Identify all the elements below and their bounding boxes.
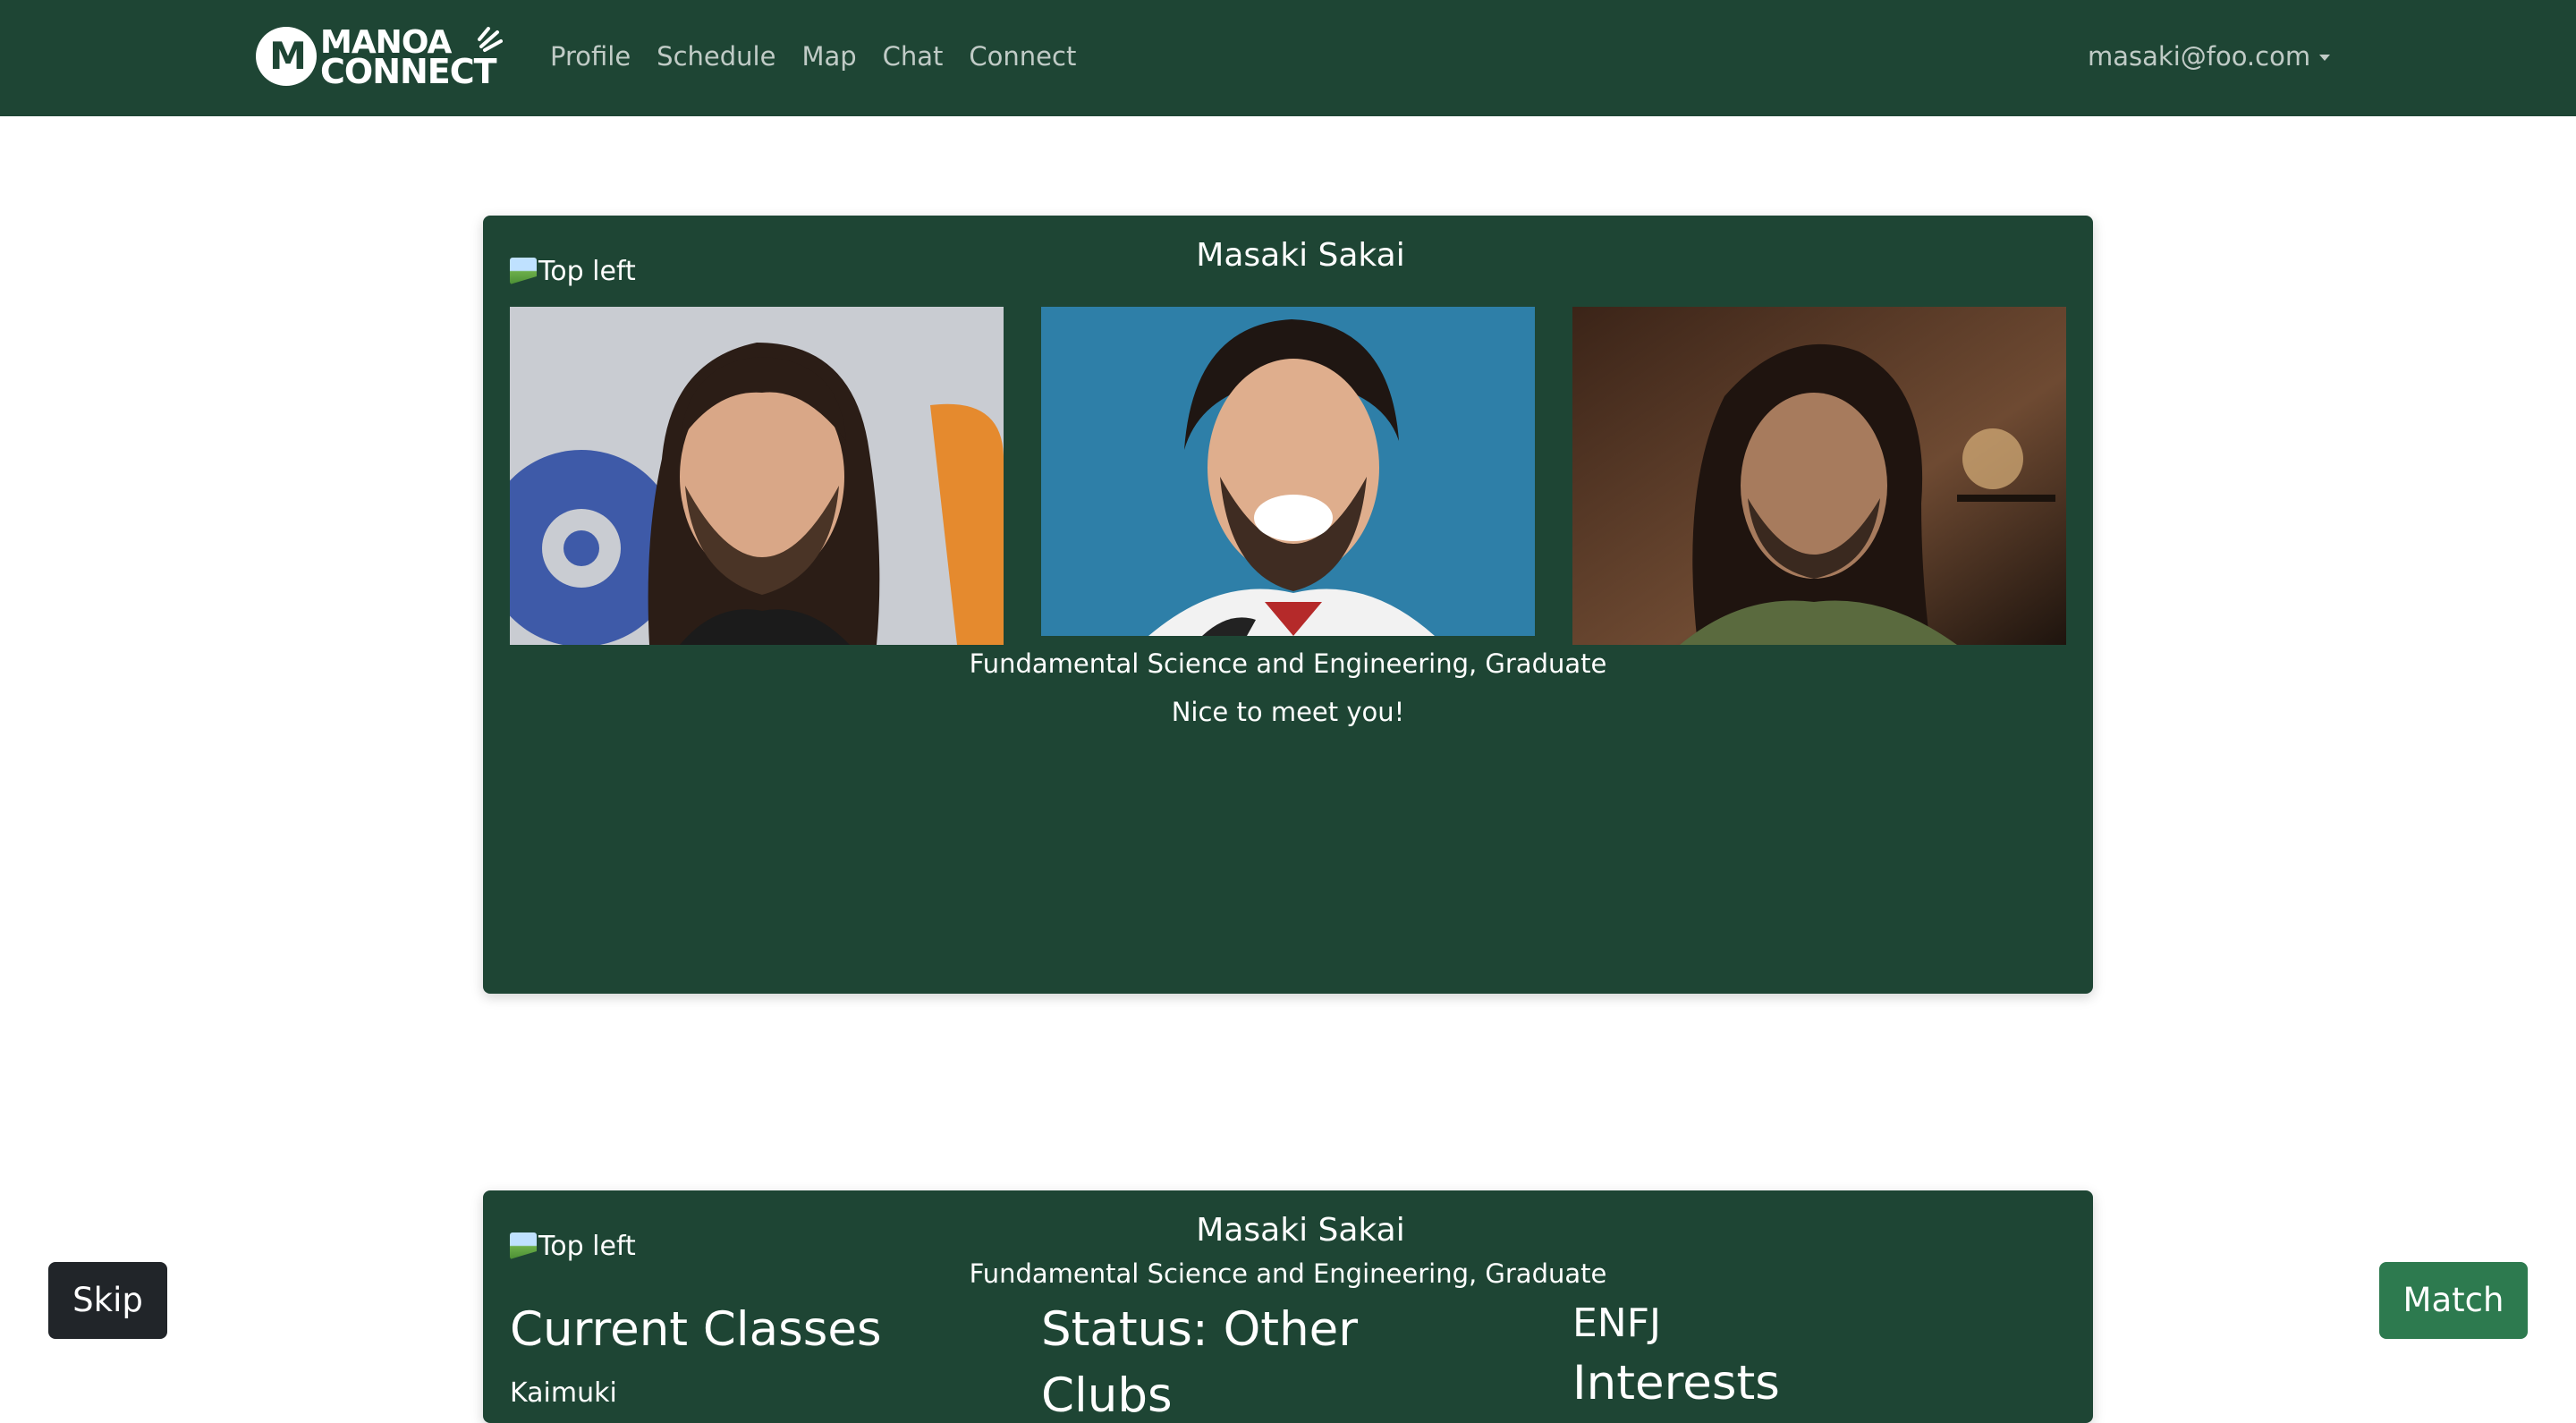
profile-name: Masaki Sakai	[1196, 1212, 1405, 1249]
profile-card-photos: Top left Masaki Sakai Fundamental Scienc…	[483, 216, 2093, 994]
logo-badge-icon: M	[256, 27, 317, 86]
nav-link-profile[interactable]: Profile	[550, 34, 631, 79]
class-item: Kaimuki	[510, 1377, 617, 1409]
logo-text-line2: CONNECT	[320, 52, 497, 91]
manoa-connect-logo[interactable]: M MANOA CONNECT	[256, 25, 503, 91]
nav-link-schedule[interactable]: Schedule	[657, 34, 775, 79]
skip-button[interactable]: Skip	[48, 1262, 167, 1339]
interests-heading: Interests	[1572, 1356, 1780, 1410]
match-button[interactable]: Match	[2379, 1262, 2528, 1339]
clubs-heading: Clubs	[1041, 1368, 1173, 1423]
profile-card-details: Top left Masaki Sakai Fundamental Scienc…	[483, 1190, 2093, 1423]
nav-link-map[interactable]: Map	[801, 34, 856, 79]
user-dropdown[interactable]: masaki@foo.com	[2088, 34, 2331, 79]
nav-link-connect[interactable]: Connect	[969, 34, 1076, 79]
nav-link-chat[interactable]: Chat	[883, 34, 944, 79]
nav-links: Profile Schedule Map Chat Connect	[550, 34, 1102, 79]
profile-name: Masaki Sakai	[1196, 237, 1405, 274]
profile-photo-3	[1572, 307, 2066, 645]
profile-photo-2	[1041, 307, 1535, 636]
profile-bio: Nice to meet you!	[1171, 697, 1405, 727]
top-navbar: M MANOA CONNECT Profile Schedule Map Cha…	[0, 0, 2576, 116]
caret-down-icon	[2319, 55, 2331, 61]
current-classes-heading: Current Classes	[510, 1302, 882, 1357]
status-heading: Status: Other	[1041, 1302, 1359, 1357]
sun-rays-icon	[478, 27, 503, 52]
user-email: masaki@foo.com	[2088, 41, 2311, 72]
profile-major: Fundamental Science and Engineering, Gra…	[969, 648, 1607, 679]
personality-type: ENFJ	[1572, 1300, 1661, 1346]
profile-photo-1	[510, 307, 1004, 645]
profile-major: Fundamental Science and Engineering, Gra…	[969, 1258, 1607, 1289]
